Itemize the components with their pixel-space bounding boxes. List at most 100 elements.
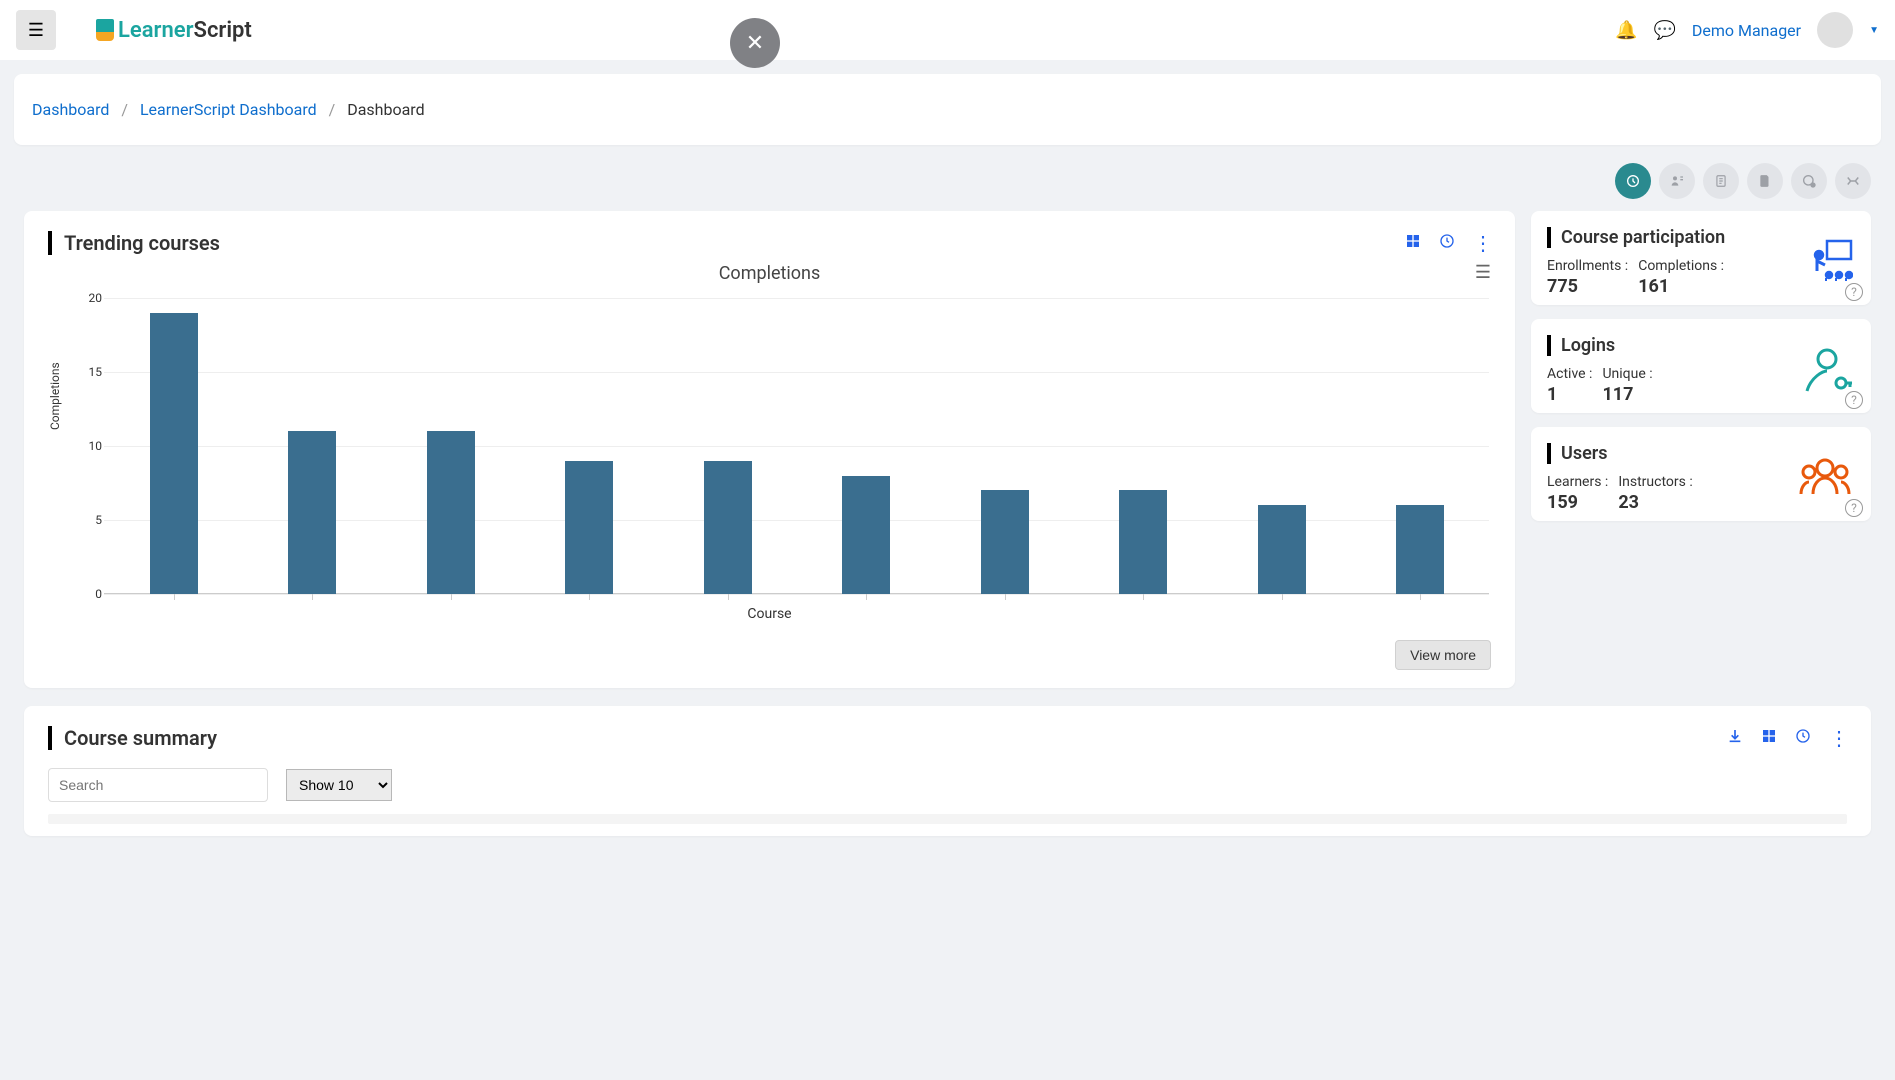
close-icon: ✕ (746, 31, 764, 56)
chart-bars (104, 298, 1489, 594)
breadcrumb-link-dashboard[interactable]: Dashboard (32, 100, 109, 119)
chart-bar-slot (935, 490, 1074, 594)
chart-title: Completions (48, 263, 1491, 284)
stat-label: Completions : (1638, 258, 1724, 274)
schedule-icon[interactable] (1439, 233, 1455, 253)
chart-ytick: 10 (84, 439, 102, 453)
hamburger-icon: ☰ (28, 20, 44, 41)
view-more-button[interactable]: View more (1395, 640, 1491, 670)
download-icon[interactable] (1727, 728, 1743, 748)
grid-view-icon[interactable] (1405, 233, 1421, 253)
notifications-icon[interactable]: 🔔 (1615, 20, 1637, 41)
user-menu-caret-icon[interactable]: ▼ (1869, 25, 1879, 36)
chart-bar-slot (381, 431, 520, 594)
avatar[interactable] (1817, 12, 1853, 48)
show-count-select[interactable]: Show 10Show 25Show 50Show 100 (286, 769, 392, 801)
main-grid: Trending courses ⋮ Completions ☰ Complet… (0, 211, 1895, 688)
card-head: Trending courses ⋮ (48, 231, 1491, 255)
chart-xlabel: Course (747, 606, 791, 622)
topbar: ☰ LearnerScript ✕ 🔔 💬 Demo Manager ▼ (0, 0, 1895, 60)
chart-ytick: 5 (84, 513, 102, 527)
stat-value: 23 (1618, 492, 1692, 513)
schedule-icon[interactable] (1795, 728, 1811, 748)
chart-menu-icon[interactable]: ☰ (1475, 262, 1491, 283)
card-head-icons: ⋮ (1405, 231, 1491, 255)
logo-icon (96, 19, 114, 41)
stat-label: Learners : (1547, 474, 1608, 490)
help-icon[interactable]: ? (1845, 391, 1863, 409)
logo-text-learner: Learner (118, 18, 194, 43)
chart-bar-slot (1351, 505, 1490, 594)
users-icon (1797, 455, 1853, 507)
topbar-right: 🔔 💬 Demo Manager ▼ (1615, 12, 1879, 48)
summary-head: Course summary ⋮ (48, 726, 1847, 750)
presentation-icon (1803, 239, 1853, 294)
stat-label: Enrollments : (1547, 258, 1628, 274)
more-options-icon[interactable]: ⋮ (1829, 726, 1847, 750)
close-overlay-button[interactable]: ✕ (730, 18, 780, 68)
stat-value: 1 (1547, 384, 1592, 405)
course-summary-card: Course summary ⋮ Show 10Show 25Show 50Sh… (24, 706, 1871, 836)
summary-controls: Show 10Show 25Show 50Show 100 (48, 768, 1847, 802)
chart-bar-slot (104, 313, 243, 594)
chart-ytick: 20 (84, 291, 102, 305)
card-title: Course summary (48, 726, 217, 750)
chart-bar[interactable] (427, 431, 475, 594)
chart-ytick: 0 (84, 587, 102, 601)
chart-bar-slot (243, 431, 382, 594)
dashboard-type-icon-5[interactable] (1791, 163, 1827, 199)
chart-ytick: 15 (84, 365, 102, 379)
users-card: Users Learners : 159 Instructors : 23 ? (1531, 427, 1871, 521)
menu-toggle-button[interactable]: ☰ (16, 10, 56, 50)
help-icon[interactable]: ? (1845, 499, 1863, 517)
dashboard-type-icon-4[interactable] (1747, 163, 1783, 199)
chart-bar-slot (520, 461, 659, 594)
chart-bar-slot (797, 476, 936, 594)
chart-bar[interactable] (1396, 505, 1444, 594)
summary-icons: ⋮ (1727, 726, 1847, 750)
chart-bar-slot (658, 461, 797, 594)
logo[interactable]: LearnerScript (96, 18, 252, 43)
stat-label: Active : (1547, 366, 1592, 382)
chart-bar[interactable] (981, 490, 1029, 594)
messages-icon[interactable]: 💬 (1653, 20, 1675, 41)
card-title: Trending courses (48, 231, 220, 255)
table-placeholder (48, 814, 1847, 824)
chart-bar[interactable] (842, 476, 890, 594)
stat-value: 117 (1602, 384, 1652, 405)
course-participation-card: Course participation Enrollments : 775 C… (1531, 211, 1871, 305)
chart-ylabel: Completions (48, 362, 62, 430)
stat-label: Unique : (1602, 366, 1652, 382)
stat-value: 161 (1638, 276, 1724, 297)
logins-card: Logins Active : 1 Unique : 117 ? (1531, 319, 1871, 413)
dashboard-type-icon-6[interactable] (1835, 163, 1871, 199)
breadcrumb-sep: / (329, 100, 336, 119)
grid-view-icon[interactable] (1761, 728, 1777, 748)
chart-bar[interactable] (150, 313, 198, 594)
search-input[interactable] (48, 768, 268, 802)
chart-bar-slot (1212, 505, 1351, 594)
stat-label: Instructors : (1618, 474, 1692, 490)
side-cards: Course participation Enrollments : 775 C… (1531, 211, 1871, 521)
dashboard-type-icon-1[interactable] (1615, 163, 1651, 199)
dashboard-icon-row (0, 159, 1895, 211)
stat-value: 159 (1547, 492, 1608, 513)
chart-bar[interactable] (1258, 505, 1306, 594)
breadcrumb-link-learnerscript[interactable]: LearnerScript Dashboard (140, 100, 317, 119)
dashboard-type-icon-3[interactable] (1703, 163, 1739, 199)
help-icon[interactable]: ? (1845, 283, 1863, 301)
chart-bar-slot (1074, 490, 1213, 594)
username-link[interactable]: Demo Manager (1692, 21, 1801, 40)
chart-bar[interactable] (288, 431, 336, 594)
dashboard-type-icon-2[interactable] (1659, 163, 1695, 199)
chart-bar[interactable] (704, 461, 752, 594)
trending-courses-card: Trending courses ⋮ Completions ☰ Complet… (24, 211, 1515, 688)
breadcrumb-current: Dashboard (347, 100, 424, 119)
logo-text-script: Script (194, 18, 252, 43)
chart-area: Completions 05101520 Course (48, 298, 1491, 628)
more-options-icon[interactable]: ⋮ (1473, 231, 1491, 255)
breadcrumb-sep: / (121, 100, 128, 119)
chart-bar[interactable] (1119, 490, 1167, 594)
chart-bar[interactable] (565, 461, 613, 594)
breadcrumb: Dashboard / LearnerScript Dashboard / Da… (14, 74, 1881, 145)
